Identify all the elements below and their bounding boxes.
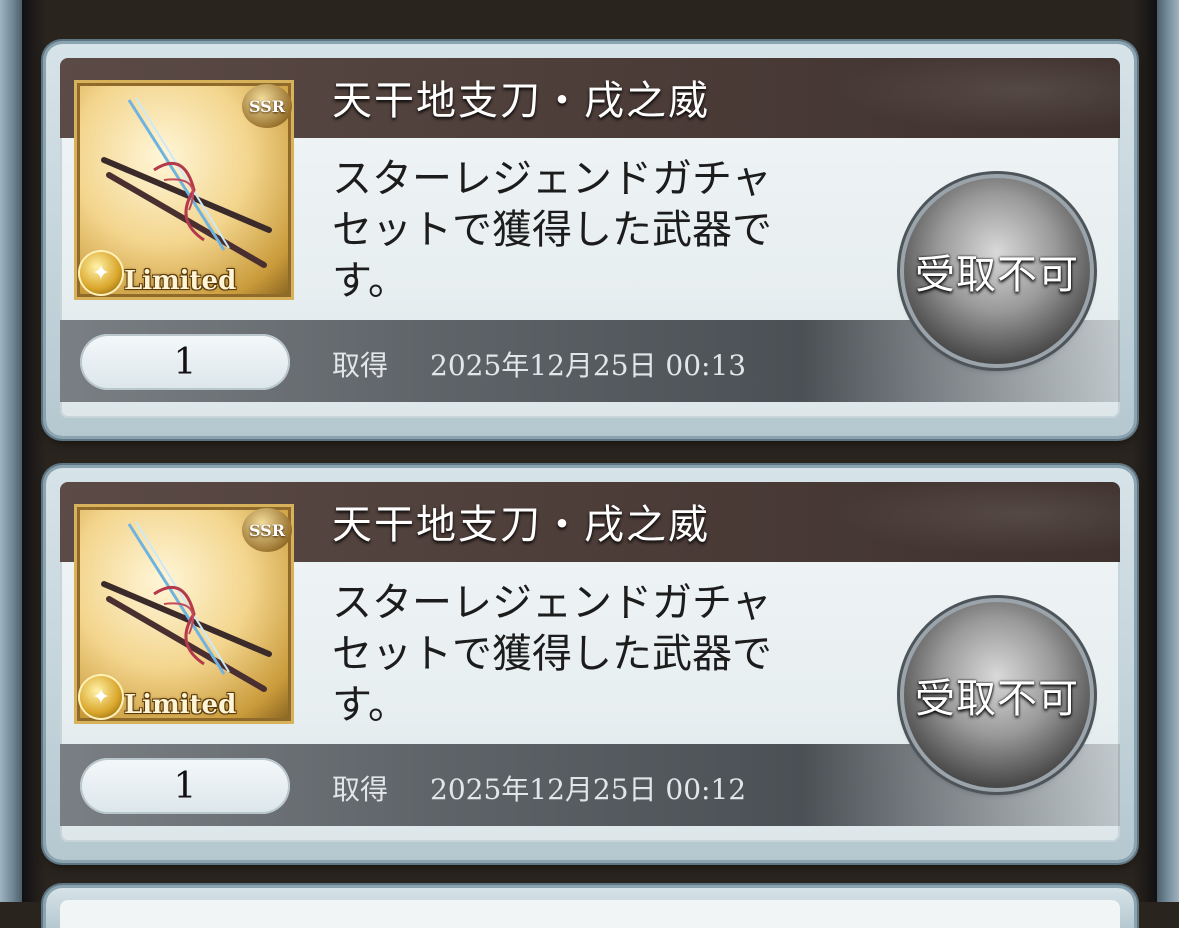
quantity-display: 1 [80,758,290,814]
limited-label: Limited [124,690,237,720]
quantity-display: 1 [80,334,290,390]
description-line: スターレジェンドガチャ [332,580,772,626]
item-description: スターレジェンドガチャ セットで獲得した武器で す。 [332,578,852,731]
claim-button-label: 受取不可 [915,676,1079,722]
shade-left [22,0,46,902]
item-card-body: 天干地支刀・戌之威 SSR ✦ Limited スターレジェンドガチャ セットで… [60,482,1120,842]
item-description: スターレジェンドガチャ セットで獲得した武器で す。 [332,154,852,307]
acquired-date: 2025年12月25日 00:12 [430,773,747,806]
item-card-partial [46,888,1134,928]
item-card: 天干地支刀・戌之威 SSR ✦ Limited スターレジェンドガチャ セットで… [46,468,1134,860]
frame-left [0,0,22,902]
rarity-badge: SSR [242,84,292,128]
claim-button[interactable]: 受取不可 [904,602,1090,788]
rarity-badge: SSR [242,508,292,552]
item-card: 天干地支刀・戌之威 SSR ✦ Limited スターレジェンドガチャ セットで… [46,44,1134,436]
description-line: す。 [332,258,408,304]
limited-star-icon: ✦ [80,676,122,718]
weapon-thumbnail: SSR ✦ Limited [74,504,294,724]
claim-button[interactable]: 受取不可 [904,178,1090,364]
item-card-body: 天干地支刀・戌之威 SSR ✦ Limited スターレジェンドガチャ セットで… [60,58,1120,418]
acquired-label: 取得 [332,773,389,806]
description-line: セットで獲得した武器で [332,631,772,677]
description-line: スターレジェンドガチャ [332,156,772,202]
shade-right [1133,0,1157,902]
weapon-thumbnail: SSR ✦ Limited [74,80,294,300]
acquired-date: 2025年12月25日 00:13 [430,349,747,382]
item-name: 天干地支刀・戌之威 [332,502,710,548]
acquired-label: 取得 [332,349,389,382]
claim-button-label: 受取不可 [915,252,1079,298]
frame-right [1157,0,1179,902]
description-line: セットで獲得した武器で [332,207,772,253]
limited-label: Limited [124,266,237,296]
description-line: す。 [332,682,408,728]
limited-star-icon: ✦ [80,252,122,294]
item-name: 天干地支刀・戌之威 [332,78,710,124]
